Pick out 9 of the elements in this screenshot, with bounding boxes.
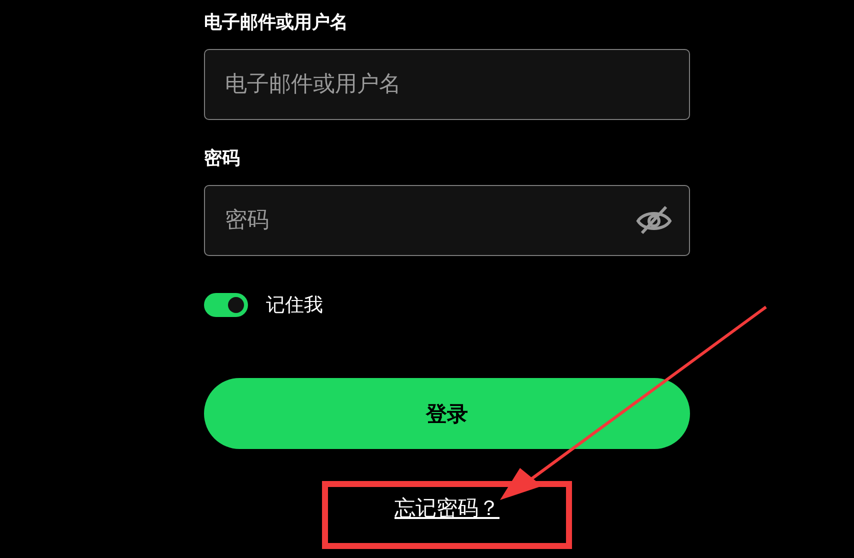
toggle-switch[interactable]: [204, 293, 248, 317]
input-field[interactable]: 电子邮件或用户名: [204, 49, 690, 120]
input-field[interactable]: 密码: [204, 185, 690, 256]
hidden-eye-icon[interactable]: [636, 205, 672, 235]
field-label: 电子邮件或用户名: [204, 11, 349, 35]
login-button[interactable]: 登录: [204, 378, 690, 449]
remember-label: 记住我: [266, 293, 323, 318]
field-label: 密码: [204, 147, 241, 171]
forgot-password-link[interactable]: 忘记密码？: [394, 494, 500, 522]
